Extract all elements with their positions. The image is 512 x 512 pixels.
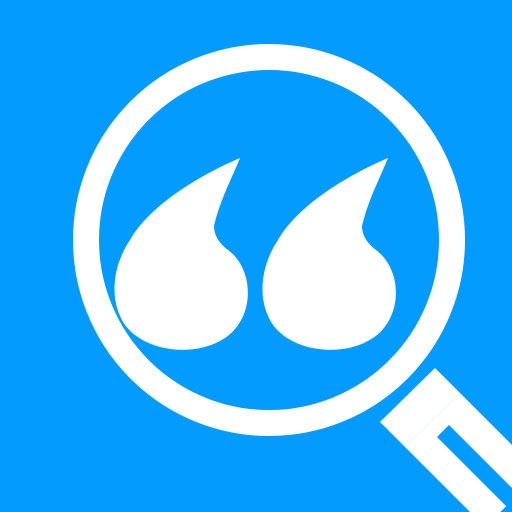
quote-search-icon — [0, 0, 512, 512]
app-icon — [0, 0, 512, 512]
